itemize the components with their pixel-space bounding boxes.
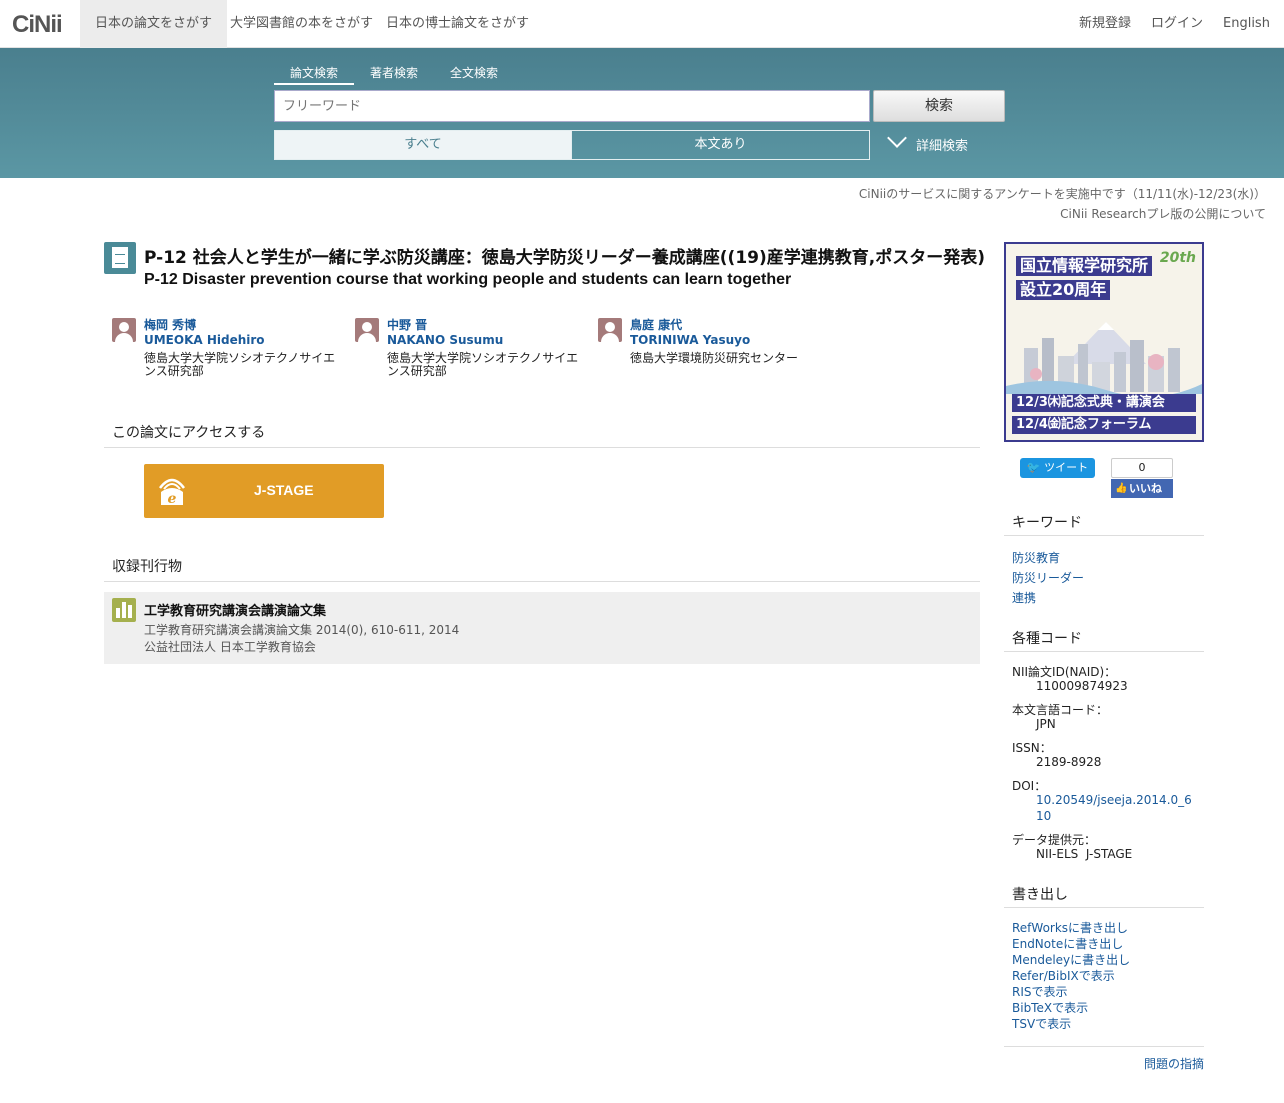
- export-refer-link[interactable]: Refer/BibIXで表示: [1012, 967, 1115, 984]
- banner-line2: 設立20周年: [1016, 280, 1111, 300]
- tab-author-search[interactable]: 著者検索: [370, 65, 418, 85]
- avatar-icon: [598, 318, 622, 342]
- author-name[interactable]: 中野 晋 NAKANO Susumu: [387, 318, 503, 348]
- author-name-en[interactable]: UMEOKA Hidehiro: [144, 333, 265, 348]
- nav-tab-university-books[interactable]: 大学図書館の本をさがす: [215, 0, 388, 48]
- author-name-ja[interactable]: 鳥庭 康代: [630, 318, 750, 333]
- keyword-link[interactable]: 連携: [1012, 589, 1036, 606]
- jstage-label: J-STAGE: [254, 482, 314, 498]
- codes-heading: 各種コード: [1004, 628, 1204, 652]
- article-title-ja: P-12 社会人と学生が一緒に学ぶ防災講座：徳島大学防災リーダー養成講座((19…: [144, 248, 985, 268]
- filter-fulltext[interactable]: 本文あり: [571, 130, 870, 160]
- author-affiliation: 徳島大学大学院ソシオテクノサイエンス研究部: [144, 351, 336, 378]
- access-heading: この論文にアクセスする: [104, 422, 980, 448]
- author-affiliation: 徳島大学大学院ソシオテクノサイエンス研究部: [387, 351, 579, 378]
- document-icon: [104, 242, 136, 274]
- twitter-icon: 🐦: [1026, 461, 1041, 474]
- author-name-en[interactable]: NAKANO Susumu: [387, 333, 503, 348]
- report-problem-link[interactable]: 問題の指摘: [1144, 1055, 1204, 1072]
- facebook-like-count: 0: [1111, 458, 1173, 478]
- nav-tab-dissertations[interactable]: 日本の博士論文をさがす: [371, 0, 544, 48]
- advanced-search-toggle[interactable]: 詳細検索: [887, 128, 969, 154]
- doi-link[interactable]: 10.20549/jseeja.2014.0_610: [1036, 792, 1192, 824]
- avatar-icon: [112, 318, 136, 342]
- search-button[interactable]: 検索: [873, 90, 1005, 122]
- author-name[interactable]: 梅岡 秀博 UMEOKA Hidehiro: [144, 318, 265, 348]
- author-affiliation: 徳島大学環境防災研究センター: [630, 351, 799, 365]
- divider: [1004, 1046, 1204, 1047]
- search-input[interactable]: [274, 90, 870, 122]
- export-heading: 書き出し: [1004, 884, 1204, 908]
- tweet-label: ツイート: [1044, 461, 1089, 474]
- keyword-link[interactable]: 防災教育: [1012, 549, 1060, 566]
- research-notice[interactable]: CiNii Researchプレ版の公開について: [1060, 205, 1266, 222]
- export-mendeley-link[interactable]: Mendeleyに書き出し: [1012, 951, 1130, 968]
- export-tsv-link[interactable]: TSVで表示: [1012, 1015, 1071, 1032]
- author-name-en[interactable]: TORINIWA Yasuyo: [630, 333, 750, 348]
- banner-line1: 国立情報学研究所: [1016, 256, 1153, 276]
- author-name[interactable]: 鳥庭 康代 TORINIWA Yasuyo: [630, 318, 750, 348]
- survey-notice[interactable]: CiNiiのサービスに関するアンケートを実施中です（11/11(水)-12/23…: [859, 185, 1266, 202]
- code-value-provider: NII-ELS J-STAGE: [1036, 847, 1133, 861]
- article-title-en: P-12 Disaster prevention course that wor…: [144, 271, 792, 288]
- tab-paper-search[interactable]: 論文検索: [274, 65, 354, 85]
- keywords-heading: キーワード: [1004, 512, 1204, 536]
- svg-text:e: e: [168, 491, 177, 506]
- nii-anniversary-banner[interactable]: 20th 国立情報学研究所 設立20周年 12/3㈭記念式典・講演会 12/4㈮…: [1004, 242, 1204, 442]
- banner-20th-badge: 20th: [1159, 250, 1196, 266]
- nav-tab-japanese-papers[interactable]: 日本の論文をさがす: [80, 0, 228, 48]
- code-value-naid: 110009874923: [1036, 679, 1128, 693]
- cinii-logo[interactable]: CiNii: [12, 11, 63, 39]
- english-link[interactable]: English: [1223, 0, 1270, 48]
- journal-citation: 工学教育研究講演会講演論文集 2014(0), 610-611, 2014: [144, 623, 460, 637]
- banner-event2: 12/4㈮記念フォーラム: [1012, 416, 1196, 434]
- journal-heading: 収録刊行物: [104, 556, 980, 582]
- jstage-e-icon: e: [159, 478, 185, 506]
- code-value-issn: 2189-8928: [1036, 755, 1102, 769]
- jstage-button[interactable]: e J-STAGE: [144, 464, 384, 518]
- journal-publisher: 公益社団法人 日本工学教育協会: [144, 640, 316, 654]
- tab-fulltext-search[interactable]: 全文検索: [450, 65, 498, 85]
- advanced-search-label: 詳細検索: [916, 139, 969, 154]
- journal-title[interactable]: 工学教育研究講演会講演論文集: [144, 600, 326, 619]
- avatar-icon: [355, 318, 379, 342]
- journal-card: 工学教育研究講演会講演論文集 工学教育研究講演会講演論文集 2014(0), 6…: [104, 592, 980, 664]
- author-name-ja[interactable]: 梅岡 秀博: [144, 318, 265, 333]
- export-ris-link[interactable]: RISで表示: [1012, 983, 1068, 1000]
- tweet-button[interactable]: 🐦 ツイート: [1020, 458, 1095, 478]
- keyword-link[interactable]: 防災リーダー: [1012, 569, 1084, 586]
- code-value-language: JPN: [1036, 717, 1056, 731]
- chevron-down-icon: [887, 128, 907, 148]
- export-bibtex-link[interactable]: BibTeXで表示: [1012, 999, 1088, 1016]
- author-name-ja[interactable]: 中野 晋: [387, 318, 503, 333]
- export-refworks-link[interactable]: RefWorksに書き出し: [1012, 919, 1128, 936]
- bar-chart-icon: [112, 598, 136, 622]
- filter-all[interactable]: すべて: [274, 130, 572, 160]
- search-panel: 論文検索 著者検索 全文検索 検索 すべて 本文あり 詳細検索: [0, 48, 1284, 178]
- top-navbar: CiNii 日本の論文をさがす 大学図書館の本をさがす 日本の博士論文をさがす …: [0, 0, 1284, 48]
- register-link[interactable]: 新規登録: [1079, 0, 1131, 48]
- banner-event1: 12/3㈭記念式典・講演会: [1012, 394, 1196, 412]
- login-link[interactable]: ログイン: [1151, 0, 1203, 48]
- export-endnote-link[interactable]: EndNoteに書き出し: [1012, 935, 1123, 952]
- facebook-like-button[interactable]: いいね: [1111, 479, 1173, 498]
